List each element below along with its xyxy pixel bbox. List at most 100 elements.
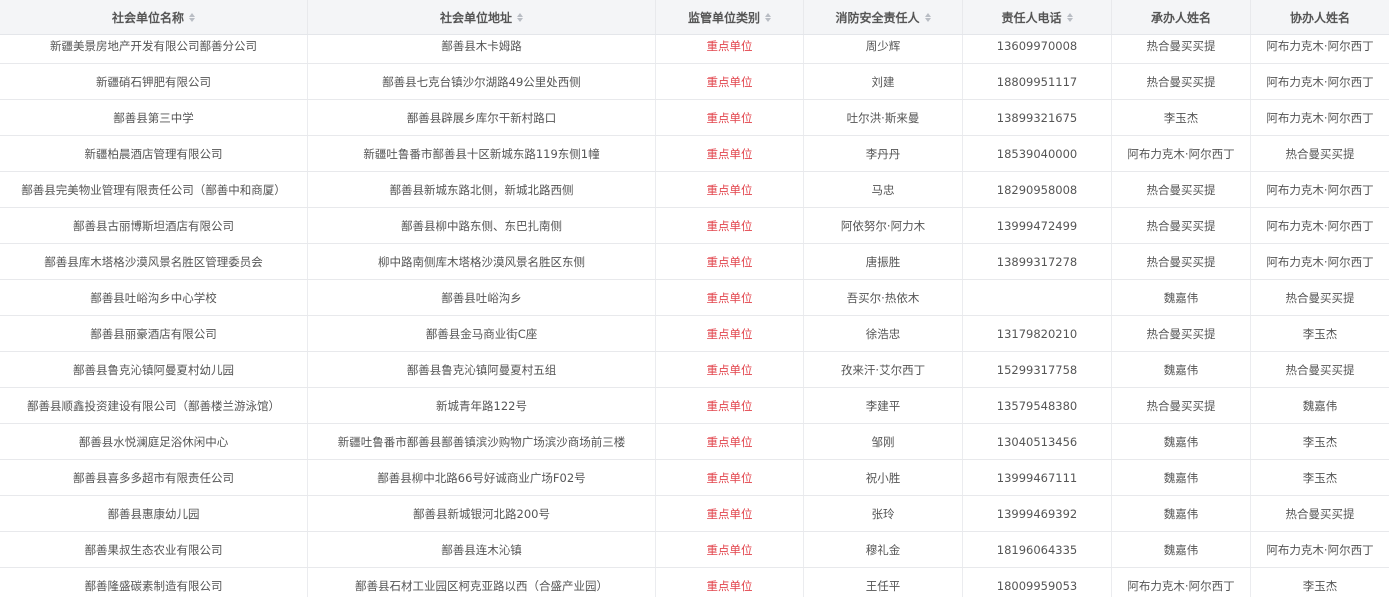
cell-phone: 18290958008 [963, 172, 1112, 207]
sort-icon[interactable] [517, 12, 523, 22]
cell-fire-safety-person: 吐尔洪·斯来曼 [804, 100, 963, 135]
cell-handler: 热合曼买买提 [1112, 244, 1251, 279]
cell-category: 重点单位 [656, 64, 804, 99]
cell-category: 重点单位 [656, 424, 804, 459]
cell-unit-address: 新疆吐鲁番市鄯善县十区新城东路119东侧1幢 [308, 136, 656, 171]
cell-phone: 13179820210 [963, 316, 1112, 351]
cell-co-handler: 李玉杰 [1302, 326, 1338, 341]
cell-handler: 阿布力克木·阿尔西丁 [1112, 136, 1251, 171]
cell-category: 重点单位 [656, 532, 804, 567]
cell-category: 重点单位 [656, 172, 804, 207]
cell-handler: 魏嘉伟 [1112, 496, 1251, 531]
cell-co-handler: 阿布力克木·阿尔西丁 [1266, 218, 1374, 233]
table-row[interactable]: 鄯善县鲁克沁镇阿曼夏村幼儿园 鄯善县鲁克沁镇阿曼夏村五组 重点单位 孜来汗·艾尔西丁 1… [0, 352, 1389, 388]
table-row[interactable]: 鄯善果叔生态农业有限公司 鄯善县连木沁镇 重点单位 穆礼金 18196064335 魏嘉伟… [0, 532, 1389, 568]
cell-unit-address: 鄯善县柳中路东侧、东巴扎南侧 [308, 208, 656, 243]
cell-unit-name: 鄯善隆盛碳素制造有限公司 [0, 568, 308, 597]
cell-category: 重点单位 [656, 388, 804, 423]
cell-fire-safety-person: 邹刚 [804, 424, 963, 459]
cell-fire-safety-person: 刘建 [804, 64, 963, 99]
table-row[interactable]: 鄯善县水悦澜庭足浴休闲中心 新疆吐鲁番市鄯善县鄯善镇滨沙购物广场滨沙商场前三楼 重点… [0, 424, 1389, 460]
cell-co-handler: 热合曼买买提 [1285, 290, 1355, 305]
col-header-category[interactable]: 监管单位类别 [656, 0, 804, 34]
cell-unit-address: 鄯善县吐峪沟乡 [308, 280, 656, 315]
table-row[interactable]: 鄯善县丽豪酒店有限公司 鄯善县金马商业街C座 重点单位 徐浩忠 13179820210 热… [0, 316, 1389, 352]
table-row[interactable]: 鄯善县吐峪沟乡中心学校 鄯善县吐峪沟乡 重点单位 吾买尔·热依木 魏嘉伟 热合曼买买提 [0, 280, 1389, 316]
sort-icon[interactable] [1066, 12, 1073, 22]
cell-unit-name: 鄯善县喜多多超市有限责任公司 [0, 460, 308, 495]
cell-co-handler: 阿布力克木·阿尔西丁 [1266, 110, 1374, 125]
cell-handler: 热合曼买买提 [1112, 388, 1251, 423]
cell-fire-safety-person: 孜来汗·艾尔西丁 [804, 352, 963, 387]
cell-unit-address: 鄯善县七克台镇沙尔湖路49公里处西侧 [308, 64, 656, 99]
cell-fire-safety-person: 阿依努尔·阿力木 [804, 208, 963, 243]
cell-phone: 13040513456 [963, 424, 1112, 459]
table-row[interactable]: 鄯善县顺鑫投资建设有限公司（鄯善楼兰游泳馆） 新城青年路122号 重点单位 李建平 13… [0, 388, 1389, 424]
cell-co-handler: 李玉杰 [1302, 578, 1338, 593]
cell-unit-address: 鄯善县金马商业街C座 [308, 316, 656, 351]
cell-category: 重点单位 [656, 244, 804, 279]
sort-icon[interactable] [765, 12, 771, 22]
table-row[interactable]: 鄯善县古丽博斯坦酒店有限公司 鄯善县柳中路东侧、东巴扎南侧 重点单位 阿依努尔·阿力木… [0, 208, 1389, 244]
table-row[interactable]: 鄯善县惠康幼儿园 鄯善县新城银河北路200号 重点单位 张玲 13999469392 魏嘉… [0, 496, 1389, 532]
cell-unit-name: 鄯善县完美物业管理有限责任公司（鄯善中和商厦） [0, 172, 308, 207]
col-header-fire-safety-person[interactable]: 消防安全责任人 [804, 0, 963, 34]
cell-handler: 热合曼买买提 [1112, 64, 1251, 99]
sort-icon[interactable] [924, 12, 931, 22]
cell-unit-name: 鄯善县鲁克沁镇阿曼夏村幼儿园 [0, 352, 308, 387]
col-header-handler: 承办人姓名 [1112, 0, 1251, 34]
cell-handler: 魏嘉伟 [1112, 352, 1251, 387]
cell-fire-safety-person: 李建平 [804, 388, 963, 423]
table-row[interactable]: 新疆柏晨酒店管理有限公司 新疆吐鲁番市鄯善县十区新城东路119东侧1幢 重点单位 李丹… [0, 136, 1389, 172]
cell-unit-name: 鄯善县第三中学 [0, 100, 308, 135]
cell-handler: 魏嘉伟 [1112, 532, 1251, 567]
cell-unit-address: 鄯善县辟展乡库尔干新村路口 [308, 100, 656, 135]
table-row[interactable]: 鄯善县库木塔格沙漠风景名胜区管理委员会 柳中路南侧库木塔格沙漠风景名胜区东侧 重点单… [0, 244, 1389, 280]
cell-phone: 15299317758 [963, 352, 1112, 387]
col-header-label: 监管单位类别 [687, 10, 760, 25]
cell-category: 重点单位 [656, 100, 804, 135]
col-header-unit-address[interactable]: 社会单位地址 [308, 0, 656, 34]
data-table: 新疆美景房地产开发有限公司鄯善分公司 鄯善县木卡姆路 重点单位 周少辉 13609970… [0, 0, 1389, 597]
cell-phone: 18009959053 [963, 568, 1112, 597]
cell-handler: 魏嘉伟 [1112, 424, 1251, 459]
cell-unit-address: 鄯善县新城东路北侧，新城北路西侧 [308, 172, 656, 207]
cell-unit-address: 柳中路南侧库木塔格沙漠风景名胜区东侧 [308, 244, 656, 279]
cell-unit-name: 鄯善县库木塔格沙漠风景名胜区管理委员会 [0, 244, 308, 279]
col-header-phone[interactable]: 责任人电话 [963, 0, 1112, 34]
cell-co-handler: 热合曼买买提 [1285, 506, 1355, 521]
cell-category: 重点单位 [656, 280, 804, 315]
cell-unit-address: 新城青年路122号 [308, 388, 656, 423]
table-row[interactable]: 新疆硝石钾肥有限公司 鄯善县七克台镇沙尔湖路49公里处西侧 重点单位 刘建 188099… [0, 64, 1389, 100]
cell-fire-safety-person: 唐振胜 [804, 244, 963, 279]
col-header-label: 协办人姓名 [1289, 10, 1350, 25]
cell-co-handler: 阿布力克木·阿尔西丁 [1266, 182, 1374, 197]
table-row[interactable]: 鄯善县喜多多超市有限责任公司 鄯善县柳中北路66号好诚商业广场F02号 重点单位 祝小… [0, 460, 1389, 496]
cell-fire-safety-person: 吾买尔·热依木 [804, 280, 963, 315]
cell-unit-address: 新疆吐鲁番市鄯善县鄯善镇滨沙购物广场滨沙商场前三楼 [308, 424, 656, 459]
table-row[interactable]: 鄯善县完美物业管理有限责任公司（鄯善中和商厦） 鄯善县新城东路北侧，新城北路西侧重… [0, 172, 1389, 208]
cell-unit-name: 鄯善县古丽博斯坦酒店有限公司 [0, 208, 308, 243]
table-row[interactable]: 鄯善县第三中学 鄯善县辟展乡库尔干新村路口 重点单位 吐尔洪·斯来曼 138993216… [0, 100, 1389, 136]
sort-icon[interactable] [189, 12, 195, 22]
cell-category: 重点单位 [656, 496, 804, 531]
cell-handler: 热合曼买买提 [1112, 172, 1251, 207]
cell-co-handler: 李玉杰 [1302, 434, 1338, 449]
cell-phone: 13999467111 [963, 460, 1112, 495]
col-header-unit-name[interactable]: 社会单位名称 [0, 0, 308, 34]
cell-co-handler: 魏嘉伟 [1302, 398, 1338, 413]
cell-unit-address: 鄯善县新城银河北路200号 [308, 496, 656, 531]
cell-handler: 热合曼买买提 [1112, 316, 1251, 351]
cell-fire-safety-person: 张玲 [804, 496, 963, 531]
cell-unit-name: 鄯善县顺鑫投资建设有限公司（鄯善楼兰游泳馆） [0, 388, 308, 423]
cell-category: 重点单位 [656, 460, 804, 495]
cell-handler: 阿布力克木·阿尔西丁 [1112, 568, 1251, 597]
cell-unit-name: 鄯善县惠康幼儿园 [0, 496, 308, 531]
cell-category: 重点单位 [656, 568, 804, 597]
cell-fire-safety-person: 徐浩忠 [804, 316, 963, 351]
cell-co-handler: 阿布力克木·阿尔西丁 [1266, 74, 1374, 89]
cell-phone: 18539040000 [963, 136, 1112, 171]
cell-handler: 魏嘉伟 [1112, 460, 1251, 495]
table-row[interactable]: 鄯善隆盛碳素制造有限公司 鄯善县石材工业园区柯克亚路以西（合盛产业园） 重点单位 王任… [0, 568, 1389, 597]
cell-fire-safety-person: 祝小胜 [804, 460, 963, 495]
